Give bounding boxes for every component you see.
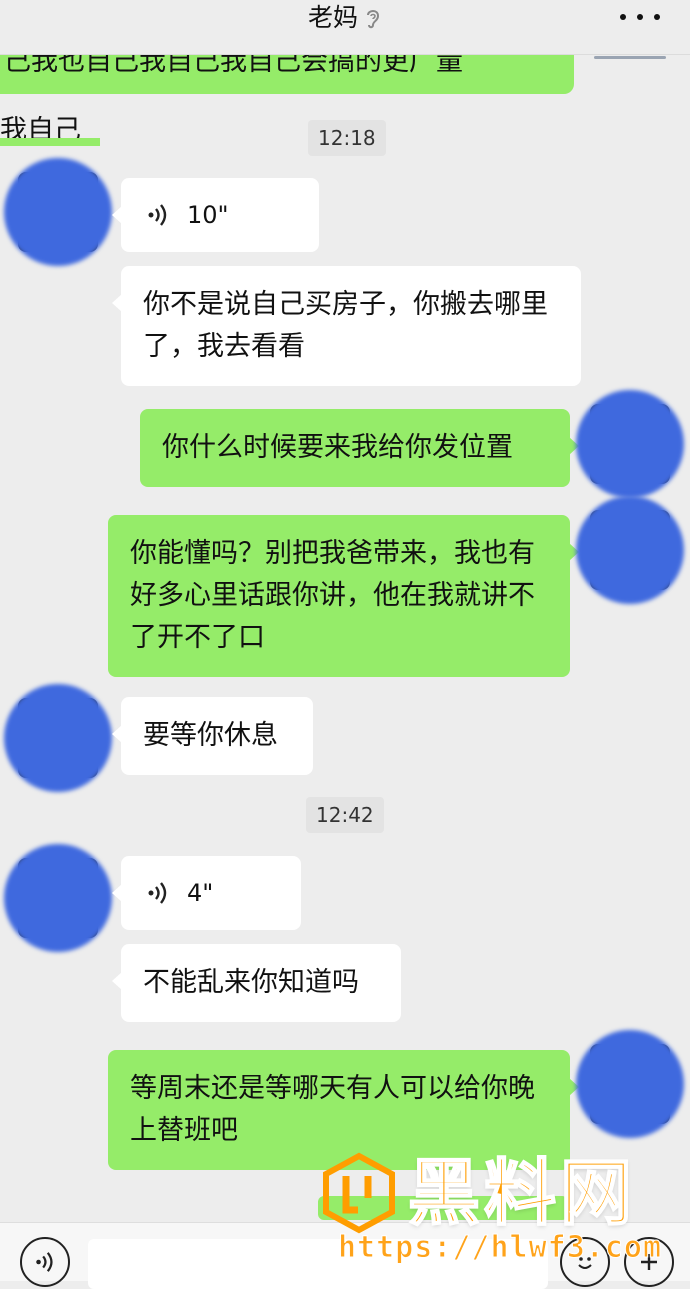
message-text: 要等你休息: [143, 720, 278, 751]
partial-outgoing-message[interactable]: [318, 1196, 568, 1220]
incoming-message[interactable]: 要等你休息: [112, 697, 313, 775]
timestamp: 12:42: [306, 797, 384, 833]
ear-icon: [367, 10, 380, 29]
voice-duration: 4": [187, 879, 214, 907]
timestamp: 12:18: [308, 120, 386, 156]
outgoing-message[interactable]: 你什么时候要来我给你发位置: [140, 409, 579, 487]
avatar[interactable]: [4, 158, 112, 266]
incoming-message[interactable]: 你不是说自己买房子，你搬去哪里了，我去看看: [112, 266, 581, 386]
message-text: 你什么时候要来我给你发位置: [162, 432, 513, 463]
voice-wave-icon: [148, 882, 167, 904]
emoji-icon: [578, 1257, 592, 1269]
partial-message-fragment: 我自己会: [0, 116, 100, 146]
scroll-indicator: [594, 56, 666, 59]
voice-message[interactable]: 10": [112, 178, 319, 252]
voice-wave-icon: [36, 1252, 53, 1272]
voice-duration: 10": [187, 201, 229, 229]
incoming-message[interactable]: 不能乱来你知道吗: [112, 944, 401, 1022]
message-text: 你能懂吗？别把我爸带来，我也有好多心里话跟你讲，他在我就讲不了开不了口: [130, 538, 535, 653]
voice-message[interactable]: 4": [112, 856, 301, 930]
outgoing-message[interactable]: 你能懂吗？别把我爸带来，我也有好多心里话跟你讲，他在我就讲不了开不了口: [108, 515, 579, 677]
chat-title-area: 老妈: [0, 0, 690, 36]
avatar[interactable]: [4, 844, 112, 952]
voice-wave-icon: [148, 204, 167, 226]
input-bar: [0, 1222, 690, 1289]
avatar[interactable]: [576, 390, 684, 498]
message-input[interactable]: [88, 1239, 548, 1289]
plus-icon: [641, 1254, 657, 1270]
message-text: 你不是说自己买房子，你搬去哪里了，我去看看: [143, 289, 548, 362]
avatar[interactable]: [4, 684, 112, 792]
more-dots-icon[interactable]: [620, 4, 660, 30]
chat-title: 老妈: [307, 3, 358, 32]
outgoing-message[interactable]: 等周末还是等哪天有人可以给你晚上替班吧: [108, 1050, 579, 1170]
message-text: 不能乱来你知道吗: [143, 967, 359, 998]
avatar[interactable]: [576, 1030, 684, 1138]
message-text: 等周末还是等哪天有人可以给你晚上替班吧: [130, 1073, 535, 1146]
chat-header: 老妈: [0, 0, 690, 55]
avatar[interactable]: [576, 496, 684, 604]
